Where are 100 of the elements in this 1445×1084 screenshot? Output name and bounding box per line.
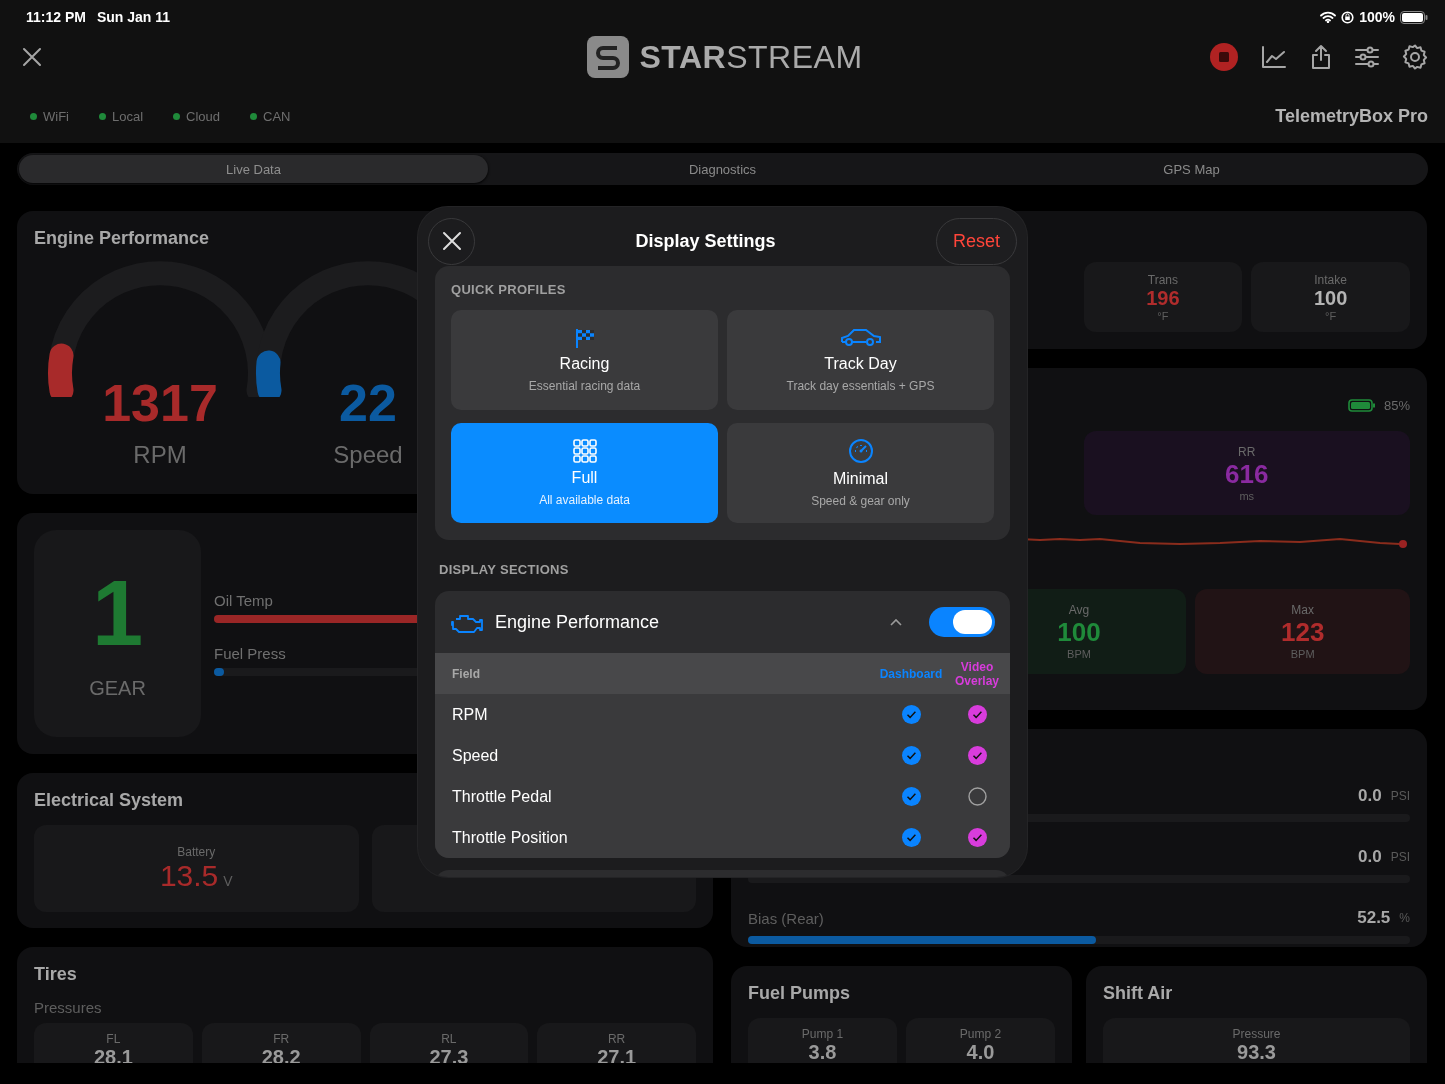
profile-subtitle: Essential racing data — [528, 379, 641, 393]
status-time: 11:12 PM — [26, 9, 86, 25]
connection-label: CAN — [263, 108, 291, 124]
stat-label: RR — [1238, 444, 1256, 459]
profile-button[interactable]: Minimal Speed & gear only — [727, 423, 994, 523]
close-icon — [22, 47, 42, 67]
checkmark-icon[interactable] — [967, 705, 987, 724]
pressure-unit: % — [1399, 911, 1410, 925]
stat-label: Pump 1 — [801, 1027, 844, 1041]
pressure-unit: PSI — [1390, 789, 1410, 803]
stat-unit: V — [223, 872, 233, 889]
stat-value: 123 — [1280, 617, 1325, 648]
reset-button[interactable]: Reset — [935, 217, 1017, 265]
panel-title: Tires — [34, 964, 77, 985]
wifi-icon — [1320, 11, 1337, 23]
pressure-unit: PSI — [1390, 850, 1410, 864]
field-name: RPM — [452, 705, 489, 724]
stat-label: Battery — [177, 844, 216, 859]
dialog-title: Display Settings — [634, 230, 777, 252]
connection-label: Cloud — [186, 108, 221, 124]
gauge-value: 22 — [339, 377, 397, 429]
bar-label: Fuel Press — [214, 645, 287, 662]
panel-title: Engine Performance — [34, 228, 210, 249]
stat-unit: °F — [1157, 309, 1169, 322]
stat-value: 13.5 — [159, 858, 219, 892]
connection-label: WiFi — [43, 108, 69, 124]
checkmark-icon[interactable] — [901, 746, 921, 765]
tab[interactable]: Live Data — [19, 155, 488, 183]
gauge-label: RPM — [133, 441, 187, 469]
empty-circle-icon[interactable] — [967, 787, 987, 806]
status-date: Sun Jan 11 — [96, 9, 171, 25]
chevron-icon[interactable] — [889, 617, 903, 627]
profile-subtitle: Speed & gear only — [811, 494, 910, 508]
chart-button[interactable] — [1261, 45, 1287, 69]
record-button[interactable] — [1210, 43, 1238, 71]
connection-label: Local — [112, 108, 144, 124]
stat-label: FR — [273, 1032, 290, 1046]
panel-subtitle: Pressures — [34, 999, 103, 1016]
car-icon — [839, 327, 882, 349]
stat-label: Intake — [1314, 272, 1347, 287]
share-button[interactable] — [1310, 44, 1332, 70]
bar-label: Oil Temp — [214, 592, 274, 609]
column-header: Field — [452, 666, 481, 681]
battery-icon — [1347, 399, 1376, 412]
checkmark-icon[interactable] — [967, 828, 987, 847]
profile-title: Minimal — [832, 470, 889, 488]
stat-label: RR — [607, 1032, 626, 1046]
checkmark-icon[interactable] — [901, 787, 921, 806]
toggle-switch[interactable] — [929, 607, 995, 637]
profile-title: Track Day — [824, 355, 897, 373]
stat-unit: BPM — [1290, 648, 1315, 660]
gauge-value: 1317 — [102, 377, 218, 429]
tab[interactable]: Diagnostics — [488, 155, 957, 183]
battery-percentage: 85% — [1383, 398, 1410, 413]
close-button[interactable] — [428, 217, 475, 265]
panel-title: Shift Air — [1103, 983, 1173, 1004]
profile-button[interactable]: Track Day Track day essentials + GPS — [727, 310, 994, 410]
checkmark-icon[interactable] — [901, 705, 921, 724]
stat-value: 93.3 — [1237, 1041, 1276, 1063]
panel-title: Electrical System — [34, 790, 184, 811]
profile-button[interactable]: Full All available data — [451, 423, 718, 523]
checkmark-icon[interactable] — [967, 746, 987, 765]
column-header: Dashboard — [878, 666, 944, 681]
stat-label: RL — [441, 1032, 457, 1046]
checkmark-icon[interactable] — [901, 828, 921, 847]
stat-unit: ms — [1239, 489, 1255, 502]
stat-label: Pump 2 — [959, 1027, 1002, 1041]
field-name: Throttle Position — [452, 828, 569, 847]
panel-title: Fuel Pumps — [748, 983, 850, 1004]
stat-label: Avg — [1068, 603, 1090, 617]
battery-percentage: 100% — [1359, 9, 1395, 25]
pressure-label: Bias (Rear) — [748, 909, 824, 927]
profile-button[interactable]: Racing Essential racing data — [451, 310, 718, 410]
settings-button[interactable] — [1402, 44, 1428, 70]
speedometer-icon — [847, 438, 874, 464]
stat-value: 100 — [1057, 617, 1101, 648]
device-name: TelemetryBox Pro — [1275, 105, 1428, 127]
sliders-button[interactable] — [1355, 46, 1379, 68]
stat-label: FL — [106, 1032, 121, 1046]
stat-label: Trans — [1147, 272, 1178, 287]
tab[interactable]: GPS Map — [957, 155, 1426, 183]
pressure-value: 0.0 — [1358, 786, 1382, 806]
stat-unit: BPM — [1067, 648, 1091, 660]
profile-title: Racing — [559, 355, 610, 373]
close-icon — [441, 231, 462, 251]
stat-value: 616 — [1225, 458, 1269, 490]
stat-value: 3.8 — [808, 1041, 837, 1063]
battery-icon — [1400, 10, 1428, 24]
stat-value: 4.0 — [966, 1041, 995, 1063]
stat-unit: °F — [1325, 309, 1337, 322]
gauge-label: Speed — [333, 441, 403, 469]
profile-title: Full — [571, 469, 598, 487]
field-name: Throttle Pedal — [452, 787, 553, 806]
field-name: Speed — [452, 746, 500, 765]
pressure-value: 0.0 — [1358, 847, 1382, 867]
gear-value: 1 — [91, 567, 144, 659]
gear-label: GEAR — [89, 677, 146, 700]
stat-label: Pressure — [1232, 1027, 1281, 1041]
checkered-flag-icon — [573, 327, 596, 349]
section-label: QUICK PROFILES — [451, 282, 567, 297]
